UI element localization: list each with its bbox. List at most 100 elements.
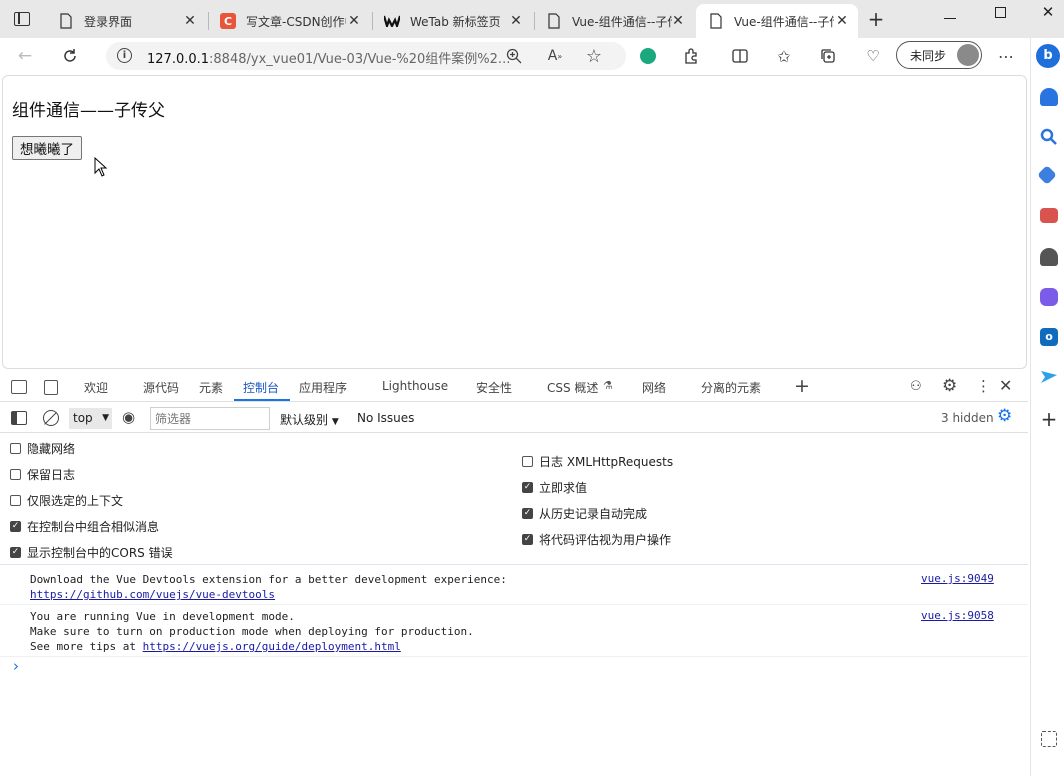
devtools-tab-application[interactable]: 应用程序 xyxy=(299,379,347,396)
console-setting-right-0[interactable]: 日志 XMLHttpRequests xyxy=(522,453,673,470)
tab-csdn[interactable]: C 写文章-CSDN创作中心 ✕ xyxy=(208,4,370,38)
favorites-icon[interactable]: ✩ xyxy=(772,44,796,68)
device-toolbar-icon[interactable] xyxy=(44,380,58,395)
send-icon[interactable] xyxy=(1040,368,1058,386)
issues-count[interactable]: No Issues xyxy=(357,411,414,425)
collections-icon[interactable] xyxy=(816,44,840,68)
console-setting-left-1[interactable]: 保留日志 xyxy=(10,466,75,483)
info-icon[interactable]: i xyxy=(117,48,132,63)
checkbox[interactable]: ✓ xyxy=(522,508,533,519)
page-icon xyxy=(708,13,724,29)
feedback-icon[interactable]: ⚇ xyxy=(910,379,926,395)
devtools-tab-network[interactable]: 网络 xyxy=(642,379,666,396)
shopping-tag-icon[interactable] xyxy=(1037,165,1057,185)
console-setting-left-3[interactable]: ✓ 在控制台中组合相似消息 xyxy=(10,518,159,535)
maximize-button[interactable] xyxy=(995,7,1006,18)
close-icon[interactable]: ✕ xyxy=(182,13,198,29)
kebab-menu-icon[interactable]: ⋮ xyxy=(976,377,991,395)
tools-briefcase-icon[interactable] xyxy=(1040,208,1058,223)
close-icon[interactable]: ✕ xyxy=(508,13,524,29)
outlook-icon[interactable]: o xyxy=(1040,328,1058,346)
profile-sync-button[interactable]: 未同步 xyxy=(896,41,982,69)
clear-console-icon[interactable] xyxy=(43,410,59,426)
split-screen-icon[interactable] xyxy=(728,44,752,68)
context-value: top xyxy=(73,411,93,425)
devtools-tab-detached-elements[interactable]: 分离的元素 xyxy=(701,379,761,396)
tab-actions-icon[interactable] xyxy=(14,12,30,26)
console-settings-gear-icon[interactable]: ⚙ xyxy=(997,406,1012,426)
refresh-icon[interactable] xyxy=(58,44,82,68)
console-setting-left-0[interactable]: 隐藏网络 xyxy=(10,440,75,457)
console-setting-right-1[interactable]: ✓ 立即求值 xyxy=(522,479,587,496)
extension-green-icon[interactable] xyxy=(636,44,660,68)
checkbox[interactable] xyxy=(10,443,21,454)
checkbox[interactable] xyxy=(10,469,21,480)
devtools-link[interactable]: https://github.com/vuejs/vue-devtools xyxy=(30,587,507,602)
more-tabs-plus-icon[interactable]: + xyxy=(794,375,810,397)
close-icon[interactable]: ✕ xyxy=(346,13,362,29)
log-level-select[interactable]: 默认级别 ▼ xyxy=(280,411,339,428)
checkbox[interactable] xyxy=(522,456,533,467)
tab-wetab[interactable]: WeTab 新标签页 ✕ xyxy=(372,4,532,38)
miss-button[interactable]: 想曦曦了 xyxy=(12,136,82,160)
checkbox[interactable]: ✓ xyxy=(10,547,21,558)
url-text[interactable]: 127.0.0.1:8848/yx_vue01/Vue-03/Vue-%20组件… xyxy=(147,48,510,67)
close-icon[interactable]: ✕ xyxy=(670,13,686,29)
inspect-element-icon[interactable] xyxy=(11,380,27,394)
console-setting-left-4[interactable]: ✓ 显示控制台中的CORS 错误 xyxy=(10,544,173,561)
filter-input[interactable] xyxy=(150,407,270,430)
search-icon[interactable] xyxy=(1040,128,1058,146)
sidebar-settings-icon[interactable] xyxy=(1041,731,1057,747)
address-bar[interactable]: i 127.0.0.1:8848/yx_vue01/Vue-03/Vue-%20… xyxy=(106,42,626,70)
gear-icon[interactable]: ⚙ xyxy=(942,376,957,396)
live-expression-eye-icon[interactable]: ◉ xyxy=(122,408,135,426)
minimize-button[interactable] xyxy=(944,18,956,19)
console-setting-right-3[interactable]: ✓ 将代码评估视为用户操作 xyxy=(522,531,671,548)
read-aloud-icon[interactable]: A» xyxy=(543,44,567,68)
log-level-value: 默认级别 xyxy=(280,413,329,427)
extensions-icon[interactable] xyxy=(679,44,703,68)
checkbox[interactable]: ✓ xyxy=(10,521,21,532)
more-menu-icon[interactable]: ⋯ xyxy=(994,44,1018,68)
context-select[interactable]: top ▼ xyxy=(69,408,112,429)
tab-login[interactable]: 登录界面 ✕ xyxy=(46,4,206,38)
tab-vue-1[interactable]: Vue-组件通信--子传父 ✕ xyxy=(534,4,694,38)
devtools-tab-welcome[interactable]: 欢迎 xyxy=(84,379,108,396)
new-tab-button[interactable]: + xyxy=(866,9,886,29)
devtools-tab-css-overview[interactable]: CSS 概述 xyxy=(547,379,598,396)
bing-icon[interactable]: b xyxy=(1036,44,1060,68)
message-source-link[interactable]: vue.js:9058 xyxy=(921,609,994,622)
close-devtools-icon[interactable]: ✕ xyxy=(999,376,1012,395)
notification-bell-icon[interactable] xyxy=(1040,88,1058,106)
devtools-tab-elements[interactable]: 元素 xyxy=(199,379,223,396)
zoom-icon[interactable] xyxy=(502,44,526,68)
back-icon[interactable]: ← xyxy=(13,44,37,68)
devtools-tab-sources[interactable]: 源代码 xyxy=(143,379,179,396)
performance-heart-icon[interactable]: ♡ xyxy=(861,44,885,68)
console-setting-right-2[interactable]: ✓ 从历史记录自动完成 xyxy=(522,505,647,522)
tab-title: Vue-组件通信--子传父 xyxy=(734,14,834,29)
console-setting-left-2[interactable]: 仅限选定的上下文 xyxy=(10,492,123,509)
devtools-tab-security[interactable]: 安全性 xyxy=(476,379,512,396)
url-host: 127.0.0.1 xyxy=(147,52,210,67)
console-toolbar: top ▼ ◉ 默认级别 ▼ No Issues 3 hidden ⚙ xyxy=(0,403,1028,433)
devtools-tab-lighthouse[interactable]: Lighthouse xyxy=(382,379,448,393)
deployment-guide-link[interactable]: https://vuejs.org/guide/deployment.html xyxy=(143,640,401,653)
checkbox[interactable]: ✓ xyxy=(522,482,533,493)
games-icon[interactable] xyxy=(1040,248,1058,266)
add-sidebar-app-icon[interactable]: + xyxy=(1040,409,1058,429)
message-source-link[interactable]: vue.js:9049 xyxy=(921,572,994,585)
checkbox[interactable]: ✓ xyxy=(522,534,533,545)
tab-vue-active[interactable]: Vue-组件通信--子传父 ✕ xyxy=(696,4,858,38)
checkbox[interactable] xyxy=(10,495,21,506)
console-prompt-icon[interactable]: › xyxy=(13,657,19,675)
edge-sidebar: b o + xyxy=(1030,38,1064,776)
devtools-tab-console[interactable]: 控制台 xyxy=(243,379,279,396)
message-line: Make sure to turn on production mode whe… xyxy=(30,625,474,638)
tab-title: WeTab 新标签页 xyxy=(410,14,501,29)
sidebar-toggle-icon[interactable] xyxy=(11,411,27,425)
office-icon[interactable] xyxy=(1040,288,1058,306)
favorite-star-icon[interactable]: ☆ xyxy=(582,44,606,68)
close-window-button[interactable]: ✕ xyxy=(1040,4,1056,20)
close-icon[interactable]: ✕ xyxy=(834,13,850,29)
